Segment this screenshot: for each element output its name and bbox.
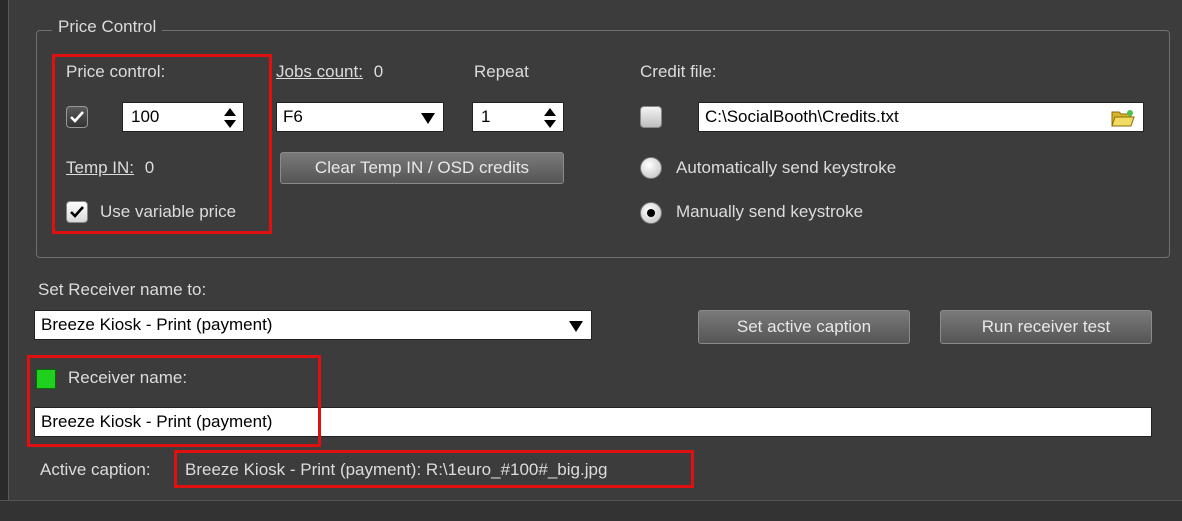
use-variable-price-label: Use variable price xyxy=(100,202,237,221)
repeat-value-text: 1 xyxy=(481,107,491,126)
use-variable-price-checkbox[interactable] xyxy=(66,201,88,223)
active-caption-label: Active caption: xyxy=(40,460,151,479)
manual-keystroke-label: Manually send keystroke xyxy=(676,202,864,221)
window-bottom-border xyxy=(0,500,1182,521)
temp-in-value: 0 xyxy=(144,158,155,177)
price-control-label: Price control: xyxy=(66,62,166,81)
clear-temp-in-button[interactable]: Clear Temp IN / OSD credits xyxy=(280,152,564,184)
repeat-label: Repeat xyxy=(474,62,529,81)
auto-keystroke-radio[interactable] xyxy=(640,157,662,179)
receiver-name-label: Receiver name: xyxy=(68,368,188,387)
jobs-count-row: Jobs count: 0 xyxy=(276,62,383,82)
price-value-text: 100 xyxy=(131,107,160,126)
jobs-key-combo[interactable]: F6 xyxy=(276,102,444,132)
receiver-selected-value: Breeze Kiosk - Print (payment) xyxy=(41,315,273,334)
stepper-arrows-icon[interactable] xyxy=(223,107,237,129)
jobs-key-value: F6 xyxy=(283,107,303,126)
auto-keystroke-label: Automatically send keystroke xyxy=(676,158,897,177)
checkmark-icon xyxy=(70,206,84,218)
price-value-stepper[interactable]: 100 xyxy=(122,102,244,132)
dropdown-arrow-icon[interactable] xyxy=(569,321,583,332)
run-receiver-test-button[interactable]: Run receiver test xyxy=(940,310,1152,344)
stepper-arrows-icon[interactable] xyxy=(543,107,557,129)
window-left-border xyxy=(0,0,9,520)
active-caption-value: Breeze Kiosk - Print (payment): R:\1euro… xyxy=(185,460,608,479)
set-active-caption-button[interactable]: Set active caption xyxy=(698,310,910,344)
receiver-name-value: Breeze Kiosk - Print (payment) xyxy=(41,412,273,431)
temp-in-row: Temp IN: 0 xyxy=(66,158,154,178)
price-control-checkbox[interactable] xyxy=(66,106,88,128)
repeat-stepper[interactable]: 1 xyxy=(472,102,564,132)
receiver-name-field[interactable]: Breeze Kiosk - Print (payment) xyxy=(34,407,1152,437)
manual-keystroke-radio[interactable] xyxy=(640,202,662,224)
credit-file-label: Credit file: xyxy=(640,62,717,81)
receiver-name-combo[interactable]: Breeze Kiosk - Print (payment) xyxy=(34,310,592,340)
checkmark-icon xyxy=(70,111,84,123)
jobs-count-value: 0 xyxy=(373,62,384,81)
credit-file-path-text: C:\SocialBooth\Credits.txt xyxy=(705,107,899,126)
dropdown-arrow-icon[interactable] xyxy=(421,113,435,124)
jobs-count-link[interactable]: Jobs count: xyxy=(276,62,363,81)
temp-in-link[interactable]: Temp IN: xyxy=(66,158,134,177)
credit-file-path-field[interactable]: C:\SocialBooth\Credits.txt xyxy=(698,102,1144,132)
set-receiver-name-label: Set Receiver name to: xyxy=(38,280,207,299)
price-control-group xyxy=(36,30,1170,258)
folder-open-icon[interactable] xyxy=(1111,108,1135,128)
receiver-status-indicator xyxy=(36,369,56,389)
credit-file-checkbox[interactable] xyxy=(640,106,662,128)
price-control-group-title: Price Control xyxy=(52,17,163,37)
